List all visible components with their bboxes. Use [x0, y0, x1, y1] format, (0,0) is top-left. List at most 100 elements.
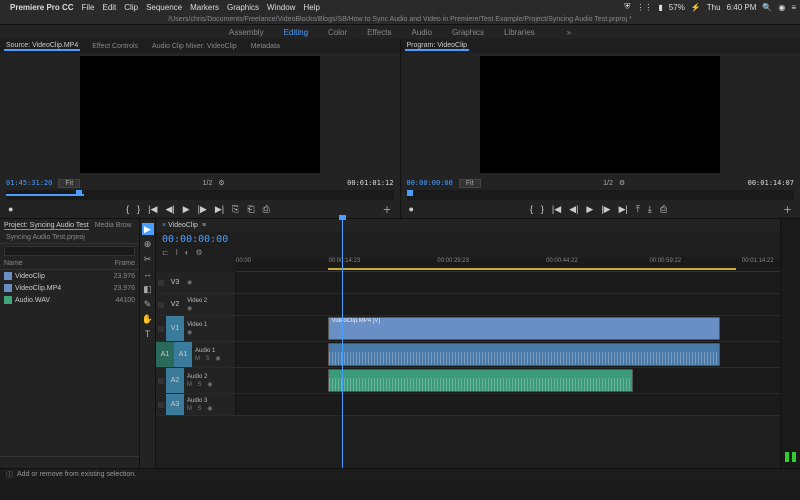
- workspace-audio[interactable]: Audio: [411, 28, 431, 37]
- pen-tool-icon[interactable]: ✎: [142, 298, 154, 310]
- workspace-assembly[interactable]: Assembly: [229, 28, 264, 37]
- lift-icon[interactable]: ⤒: [636, 204, 640, 215]
- tab-program[interactable]: Program: VideoClip: [405, 42, 470, 51]
- step-fwd-icon[interactable]: |▶: [198, 204, 207, 215]
- track-mute-icon[interactable]: M S ◉: [187, 381, 232, 388]
- link-icon[interactable]: ⌇: [175, 248, 179, 257]
- track-target[interactable]: V2: [166, 294, 184, 315]
- settings-icon[interactable]: ⚙: [619, 179, 625, 187]
- project-search-input[interactable]: [4, 246, 135, 256]
- track-target[interactable]: A2: [166, 368, 184, 393]
- go-out-icon[interactable]: ▶|: [215, 204, 224, 215]
- track-select-tool-icon[interactable]: ⊕: [142, 238, 154, 250]
- source-in-timecode[interactable]: 01:45:31:20: [6, 179, 52, 187]
- hand-tool-icon[interactable]: ✋: [142, 313, 154, 325]
- cc-icon[interactable]: ◉: [778, 3, 785, 12]
- program-resolution[interactable]: 1/2: [603, 180, 613, 187]
- source-resolution[interactable]: 1/2: [203, 180, 213, 187]
- ripple-tool-icon[interactable]: ✂: [142, 253, 154, 265]
- list-item[interactable]: VideoClip.MP423.976: [0, 282, 139, 294]
- project-bin[interactable]: VideoClip23.976 VideoClip.MP423.976 Audi…: [0, 270, 139, 456]
- add-button-icon[interactable]: ＋: [783, 203, 792, 216]
- tab-media-browser[interactable]: Media Brow: [95, 222, 132, 229]
- track-target[interactable]: V1: [166, 316, 184, 341]
- track-toggle[interactable]: [158, 326, 164, 332]
- marker-icon[interactable]: ◐: [185, 248, 190, 257]
- track-eye-icon[interactable]: ◉: [187, 329, 232, 336]
- workspace-color[interactable]: Color: [328, 28, 347, 37]
- battery-icon[interactable]: ▮: [658, 3, 662, 12]
- go-in-icon[interactable]: |◀: [552, 204, 561, 215]
- step-fwd-icon[interactable]: |▶: [601, 204, 610, 215]
- track-toggle[interactable]: [158, 402, 164, 408]
- export-frame-icon[interactable]: ⎙: [660, 204, 667, 215]
- step-back-icon[interactable]: ◀|: [165, 204, 174, 215]
- in-point-icon[interactable]: {: [530, 204, 533, 214]
- razor-tool-icon[interactable]: ↔: [142, 268, 154, 280]
- timeline-timecode[interactable]: 00:00:00:00: [162, 234, 228, 245]
- source-zoom-fit[interactable]: Fit: [58, 179, 80, 188]
- sequence-tab[interactable]: VideoClip: [168, 222, 198, 229]
- source-viewer[interactable]: [0, 53, 400, 176]
- step-back-icon[interactable]: ◀|: [569, 204, 578, 215]
- track-mute-icon[interactable]: M S ◉: [187, 405, 232, 412]
- menu-icon[interactable]: ≡: [791, 3, 796, 12]
- track-target[interactable]: V3: [166, 272, 184, 293]
- play-icon[interactable]: ▶: [586, 204, 593, 215]
- menu-clip[interactable]: Clip: [124, 3, 138, 12]
- audio-clip[interactable]: [328, 343, 720, 366]
- extract-icon[interactable]: ⤓: [648, 204, 652, 215]
- in-point-icon[interactable]: {: [126, 204, 129, 214]
- tab-metadata[interactable]: Metadata: [249, 43, 282, 50]
- search-icon[interactable]: 🔍: [762, 3, 772, 12]
- settings-icon[interactable]: ⚙: [195, 248, 202, 257]
- overwrite-icon[interactable]: ⎗: [247, 204, 254, 215]
- list-item[interactable]: VideoClip23.976: [0, 270, 139, 282]
- track-toggle[interactable]: [158, 378, 164, 384]
- workspace-overflow-icon[interactable]: »: [567, 28, 571, 37]
- settings-icon[interactable]: ⚙: [218, 179, 224, 187]
- tab-project[interactable]: Project: Syncing Audio Test: [4, 222, 89, 230]
- program-out-timecode[interactable]: 00:01:14:07: [748, 179, 794, 187]
- out-point-icon[interactable]: }: [137, 204, 140, 214]
- source-patch[interactable]: A1: [156, 342, 174, 367]
- snap-icon[interactable]: ⊏: [162, 248, 169, 257]
- tab-effect-controls[interactable]: Effect Controls: [90, 43, 140, 50]
- workspace-effects[interactable]: Effects: [367, 28, 391, 37]
- type-tool-icon[interactable]: T: [142, 328, 154, 340]
- col-name[interactable]: Name: [4, 260, 115, 267]
- marker-icon[interactable]: ●: [409, 204, 414, 214]
- selection-tool-icon[interactable]: ▶: [142, 223, 154, 235]
- insert-icon[interactable]: ⎘: [232, 204, 239, 215]
- marker-icon[interactable]: ●: [8, 204, 13, 214]
- work-area-bar[interactable]: [328, 268, 736, 270]
- menu-markers[interactable]: Markers: [190, 3, 219, 12]
- menu-graphics[interactable]: Graphics: [227, 3, 259, 12]
- wifi-icon[interactable]: ⋮⋮: [636, 3, 652, 12]
- playhead[interactable]: [342, 219, 343, 468]
- play-icon[interactable]: ▶: [183, 204, 190, 215]
- track-eye-icon[interactable]: ◉: [187, 279, 232, 286]
- track-toggle[interactable]: [158, 302, 164, 308]
- program-zoom-fit[interactable]: Fit: [459, 179, 481, 188]
- col-frame[interactable]: Frame: [115, 260, 135, 267]
- tab-source[interactable]: Source: VideoClip.MP4: [4, 42, 80, 51]
- workspace-libraries[interactable]: Libraries: [504, 28, 535, 37]
- slip-tool-icon[interactable]: ◧: [142, 283, 154, 295]
- out-point-icon[interactable]: }: [541, 204, 544, 214]
- program-in-timecode[interactable]: 00:00:00:00: [407, 179, 453, 187]
- track-target[interactable]: A3: [166, 394, 184, 415]
- menu-window[interactable]: Window: [267, 3, 295, 12]
- program-viewer[interactable]: [401, 53, 800, 176]
- tab-audio-mixer[interactable]: Audio Clip Mixer: VideoClip: [150, 43, 239, 50]
- list-item[interactable]: Audio.WAV44100: [0, 294, 139, 306]
- app-name[interactable]: Premiere Pro CC: [10, 3, 74, 12]
- track-eye-icon[interactable]: ◉: [187, 305, 232, 312]
- menu-help[interactable]: Help: [303, 3, 319, 12]
- export-frame-icon[interactable]: ⎙: [263, 204, 270, 215]
- menu-edit[interactable]: Edit: [102, 3, 116, 12]
- time-ruler[interactable]: 00:00 00:00:14:23 00:00:29:23 00:00:44:2…: [236, 258, 780, 272]
- program-scrubber[interactable]: [407, 190, 795, 200]
- shield-icon[interactable]: ⛨: [624, 2, 630, 12]
- workspace-graphics[interactable]: Graphics: [452, 28, 484, 37]
